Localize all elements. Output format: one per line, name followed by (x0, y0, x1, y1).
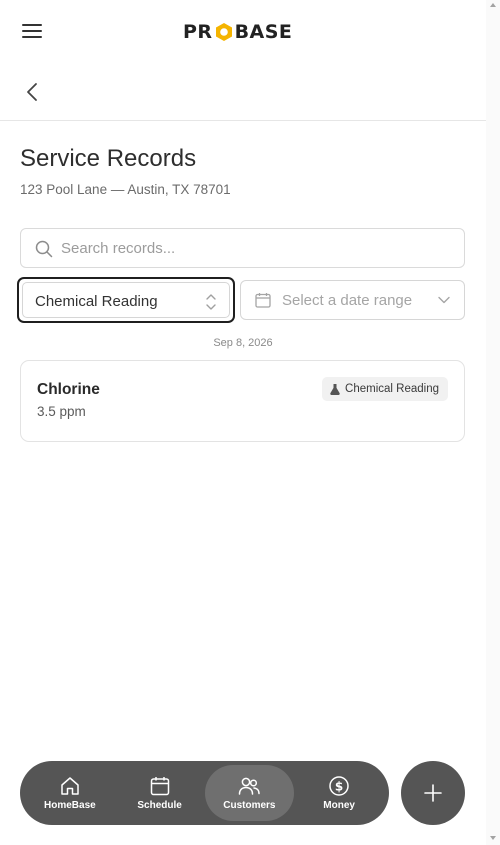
page-scrollbar[interactable] (486, 0, 500, 845)
logo-text-right: BASE (234, 21, 293, 43)
record-card[interactable]: Chlorine 3.5 ppm Chemical Reading (20, 360, 465, 442)
nav-item-money[interactable]: $ Money (294, 765, 384, 821)
date-range-placeholder: Select a date range (282, 292, 413, 309)
logo-text-left: PR (183, 21, 213, 43)
nav-label-money: Money (323, 800, 355, 811)
record-type-value: Chemical Reading (35, 293, 158, 310)
add-button[interactable] (401, 761, 465, 825)
nav-label-customers: Customers (223, 800, 276, 811)
nav-label-homebase: HomeBase (44, 800, 96, 811)
scroll-up-arrow-icon[interactable] (490, 3, 496, 7)
nav-label-schedule: Schedule (137, 800, 182, 811)
record-name: Chlorine (37, 381, 100, 398)
users-icon (239, 777, 261, 795)
nav-item-homebase[interactable]: HomeBase (25, 765, 115, 821)
record-value: 3.5 ppm (37, 404, 86, 419)
record-type-badge: Chemical Reading (322, 377, 448, 401)
calendar-icon (255, 293, 271, 308)
nav-item-customers[interactable]: Customers (204, 765, 295, 821)
search-icon (35, 240, 53, 258)
chevron-left-icon[interactable] (22, 80, 44, 104)
back-navigation-row (0, 62, 486, 121)
home-icon (61, 777, 79, 795)
hamburger-menu-icon[interactable] (22, 24, 42, 40)
record-date-header: Sep 8, 2026 (213, 337, 273, 349)
search-box (20, 228, 465, 268)
top-bar: PR BASE (0, 0, 486, 62)
svg-text:$: $ (335, 780, 343, 794)
probase-logo[interactable]: PR BASE (183, 20, 292, 44)
page-title: Service Records (20, 145, 197, 172)
record-type-select-field: Chemical Reading (22, 282, 230, 318)
hex-nut-logo-icon (215, 23, 232, 41)
date-range-select[interactable]: Select a date range (240, 280, 465, 320)
record-type-badge-label: Chemical Reading (345, 383, 439, 395)
nav-item-schedule[interactable]: Schedule (115, 765, 205, 821)
chevron-up-down-icon (206, 294, 216, 310)
calendar-icon (150, 777, 169, 796)
search-input[interactable] (61, 229, 451, 267)
customer-address: 123 Pool Lane — Austin, TX 78701 (20, 182, 231, 197)
scroll-down-arrow-icon[interactable] (490, 836, 496, 840)
plus-icon (424, 784, 442, 802)
dollar-icon: $ (329, 776, 349, 796)
record-type-select[interactable]: Chemical Reading (17, 277, 235, 323)
bottom-navigation: HomeBase Schedule Customers $ Money (20, 761, 389, 825)
flask-icon (330, 383, 340, 395)
chevron-down-icon (438, 296, 450, 304)
